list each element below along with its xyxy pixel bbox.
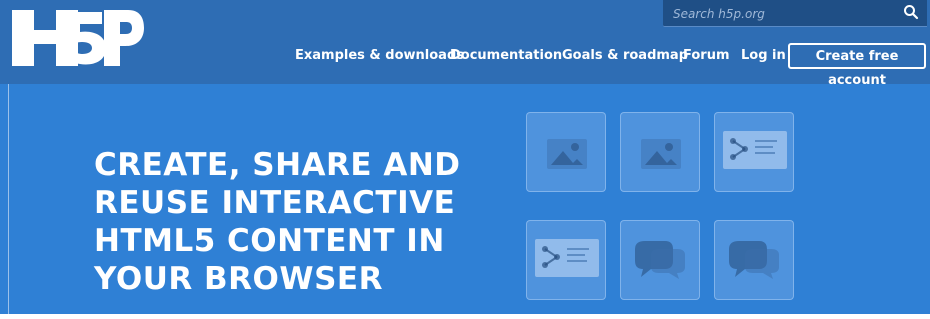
hero-divider [8, 84, 9, 314]
content-type-tile[interactable] [620, 112, 700, 192]
presentation-icon [723, 131, 787, 169]
nav-log-in[interactable]: Log in [741, 48, 786, 63]
chat-bubbles-icon [729, 241, 779, 279]
search-icon[interactable] [903, 4, 919, 20]
presentation-icon [535, 239, 599, 277]
image-icon [641, 139, 681, 169]
content-type-tile[interactable] [620, 220, 700, 300]
headline-line: CREATE, SHARE AND [94, 147, 461, 183]
chat-bubbles-icon [635, 241, 685, 279]
headline-line: HTML5 CONTENT IN [94, 223, 445, 259]
site-header: Examples & downloads Documentation Goals… [0, 0, 930, 88]
nav-examples-downloads[interactable]: Examples & downloads [295, 48, 464, 63]
nav-goals-roadmap[interactable]: Goals & roadmap [562, 48, 688, 63]
image-icon [547, 139, 587, 169]
page-bottom-edge [0, 314, 930, 319]
content-type-tile[interactable] [714, 220, 794, 300]
nav-forum[interactable]: Forum [683, 48, 730, 63]
create-account-button[interactable]: Create free account [788, 43, 926, 88]
search-bar [663, 0, 927, 27]
content-type-tile[interactable] [714, 112, 794, 192]
headline-line: YOUR BROWSER [94, 261, 383, 297]
content-type-tile[interactable] [526, 220, 606, 300]
headline-line: REUSE INTERACTIVE [94, 185, 456, 221]
search-input[interactable] [671, 4, 885, 24]
content-type-tile[interactable] [526, 112, 606, 192]
hero-headline: CREATE, SHARE AND REUSE INTERACTIVE HTML… [94, 146, 474, 298]
page: Examples & downloads Documentation Goals… [0, 0, 930, 319]
nav-documentation[interactable]: Documentation [450, 48, 562, 63]
